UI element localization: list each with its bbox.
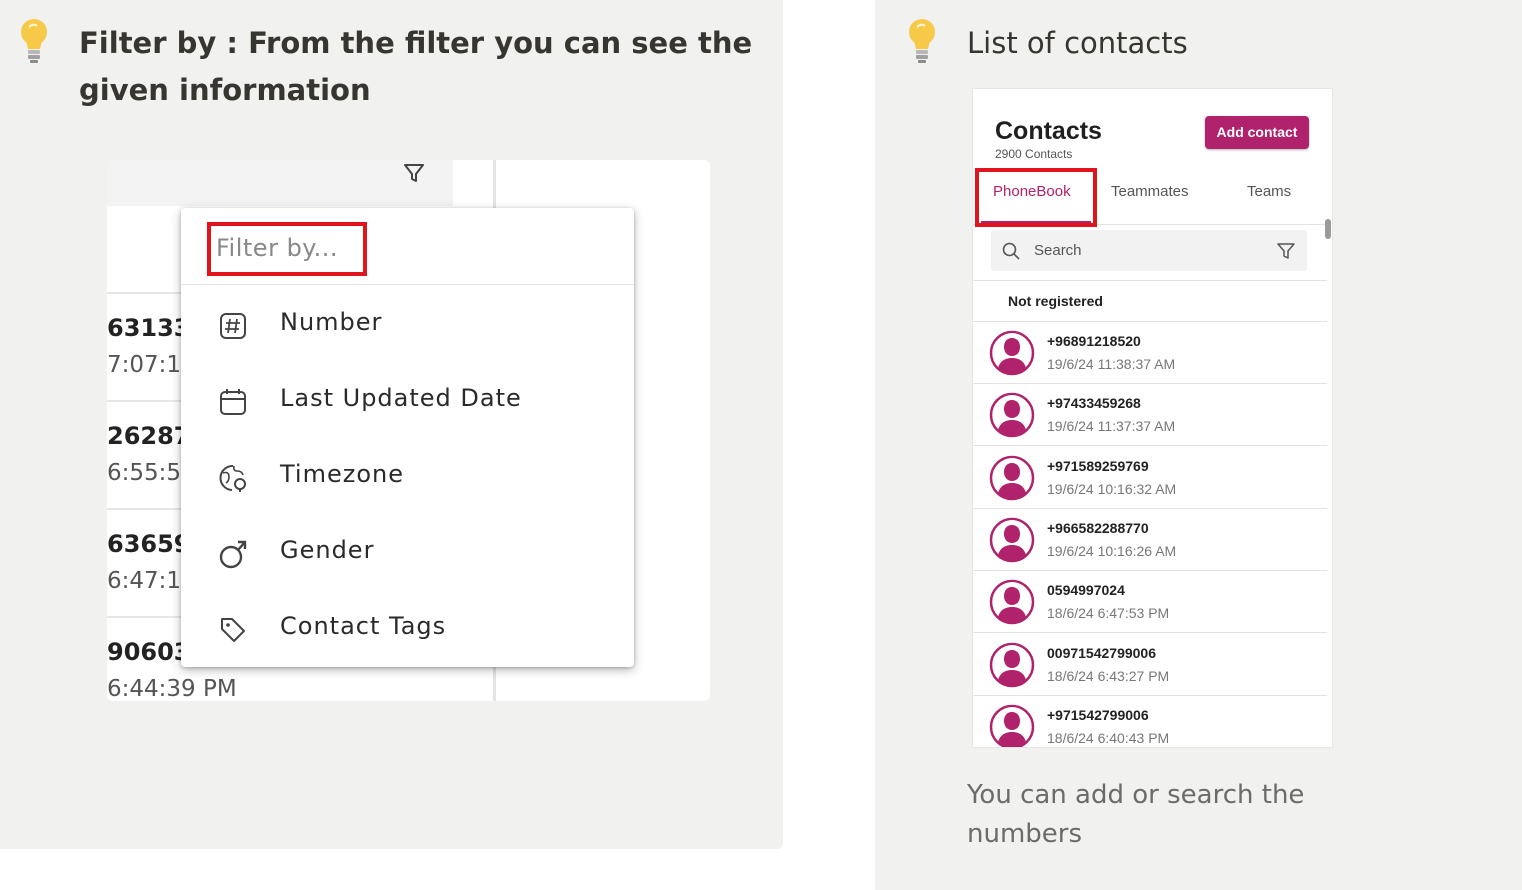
contact-number: +966582288770 <box>1047 519 1149 536</box>
add-contact-button[interactable]: Add contact <box>1205 116 1309 149</box>
lightbulb-icon <box>21 19 47 63</box>
contact-row[interactable]: +97433459268 19/6/24 11:37:37 AM <box>973 384 1327 447</box>
contact-number: +96891218520 <box>1047 333 1141 349</box>
gender-icon <box>219 540 247 569</box>
row-number: 26287 <box>107 422 191 450</box>
menu-item-label: Timezone <box>280 460 404 488</box>
contact-row[interactable]: 00971542799006 18/6/24 6:43:27 PM <box>973 634 1327 696</box>
contact-number: +971542799006 <box>1047 706 1149 723</box>
contacts-callout-note: You can add or search the numbers <box>967 780 1305 849</box>
contact-row[interactable]: +96891218520 19/6/24 11:38:37 AM <box>973 322 1327 384</box>
page-title: Contacts <box>995 117 1102 145</box>
contact-row[interactable]: +971589259769 19/6/24 10:16:32 AM <box>973 447 1327 509</box>
filter-menu: Filter by... Number Last Updated Date Ti… <box>181 208 634 667</box>
filter-callout-heading: Filter by : From the filter you can see … <box>79 26 753 107</box>
tag-icon <box>221 618 245 642</box>
menu-item-timezone[interactable]: Timezone <box>181 449 634 505</box>
row-time: 6:55:5 <box>107 460 182 486</box>
contact-date: 18/6/24 6:40:43 PM <box>1047 729 1170 746</box>
row-divider <box>107 292 187 294</box>
row-time: 6:47:1 <box>107 568 182 594</box>
contact-date: 19/6/24 11:38:37 AM <box>1047 356 1176 372</box>
avatar-icon <box>989 517 1035 563</box>
avatar-icon <box>989 579 1035 625</box>
row-time: 7:07:1 <box>107 352 182 378</box>
avatar-icon <box>989 642 1035 687</box>
contact-number: +971589259769 <box>1047 457 1149 474</box>
scrollbar-thumb[interactable] <box>1325 219 1331 239</box>
contact-date: 18/6/24 6:47:53 PM <box>1047 605 1170 622</box>
menu-item-contact-tags[interactable]: Contact Tags <box>181 601 634 657</box>
contact-date: 19/6/24 10:16:32 AM <box>1047 480 1177 497</box>
search-placeholder: Search <box>1034 242 1082 259</box>
filter-icon[interactable] <box>1276 241 1296 261</box>
calendar-icon <box>220 389 246 415</box>
filter-input[interactable]: Filter by... <box>207 222 367 276</box>
row-number: 63659 <box>107 530 191 558</box>
hash-icon <box>220 313 246 339</box>
contacts-app-screenshot: Contacts 2900 Contacts Add contact Phone… <box>972 88 1333 748</box>
row-divider <box>107 616 187 618</box>
menu-item-label: Number <box>280 308 383 336</box>
filter-icon <box>404 164 424 182</box>
page: Filter by : From the filter you can see … <box>0 0 1522 890</box>
avatar-icon <box>989 455 1035 500</box>
contact-date: 19/6/24 11:37:37 AM <box>1047 418 1176 435</box>
menu-item-label: Last Updated Date <box>280 384 522 412</box>
contact-number: +97433459268 <box>1047 395 1141 412</box>
search-icon <box>1002 242 1020 260</box>
menu-item-label: Contact Tags <box>280 612 447 640</box>
menu-item-last-updated-date[interactable]: Last Updated Date <box>181 373 634 429</box>
divider <box>973 280 1327 281</box>
avatar-icon <box>989 330 1035 376</box>
contact-row[interactable]: 0594997024 18/6/24 6:47:53 PM <box>973 571 1327 634</box>
lightbulb-icon <box>909 19 935 63</box>
menu-item-number[interactable]: Number <box>181 297 634 353</box>
row-divider <box>107 400 187 402</box>
globe-clock-icon <box>219 464 246 492</box>
contact-date: 19/6/24 10:16:26 AM <box>1047 542 1177 559</box>
menu-item-label: Gender <box>280 536 375 564</box>
contact-number: 0594997024 <box>1047 582 1125 599</box>
row-time: 6:44:39 PM <box>107 676 237 701</box>
row-number: 90603 <box>107 638 191 666</box>
avatar-icon <box>989 704 1035 747</box>
tab-teams[interactable]: Teams <box>1247 183 1291 200</box>
table-header-bar <box>107 160 453 206</box>
menu-divider <box>181 284 634 285</box>
contact-number: 00971542799006 <box>1047 644 1157 661</box>
row-divider <box>107 508 187 510</box>
search-input[interactable]: Search <box>991 230 1307 271</box>
section-label: Not registered <box>1008 293 1103 309</box>
filter-input-placeholder: Filter by... <box>216 234 338 262</box>
contact-date: 18/6/24 6:43:27 PM <box>1047 667 1170 684</box>
avatar-icon <box>989 393 1035 438</box>
menu-item-gender[interactable]: Gender <box>181 525 634 581</box>
contact-row[interactable]: +971542799006 18/6/24 6:40:43 PM <box>973 696 1327 747</box>
highlight-box <box>975 168 1097 227</box>
row-number: 63133 <box>107 314 191 342</box>
contact-row[interactable]: +966582288770 19/6/24 10:16:26 AM <box>973 509 1327 571</box>
clipped-text-fragment <box>967 60 1167 78</box>
contacts-count: 2900 Contacts <box>995 147 1073 161</box>
tab-teammates[interactable]: Teammates <box>1111 183 1189 200</box>
